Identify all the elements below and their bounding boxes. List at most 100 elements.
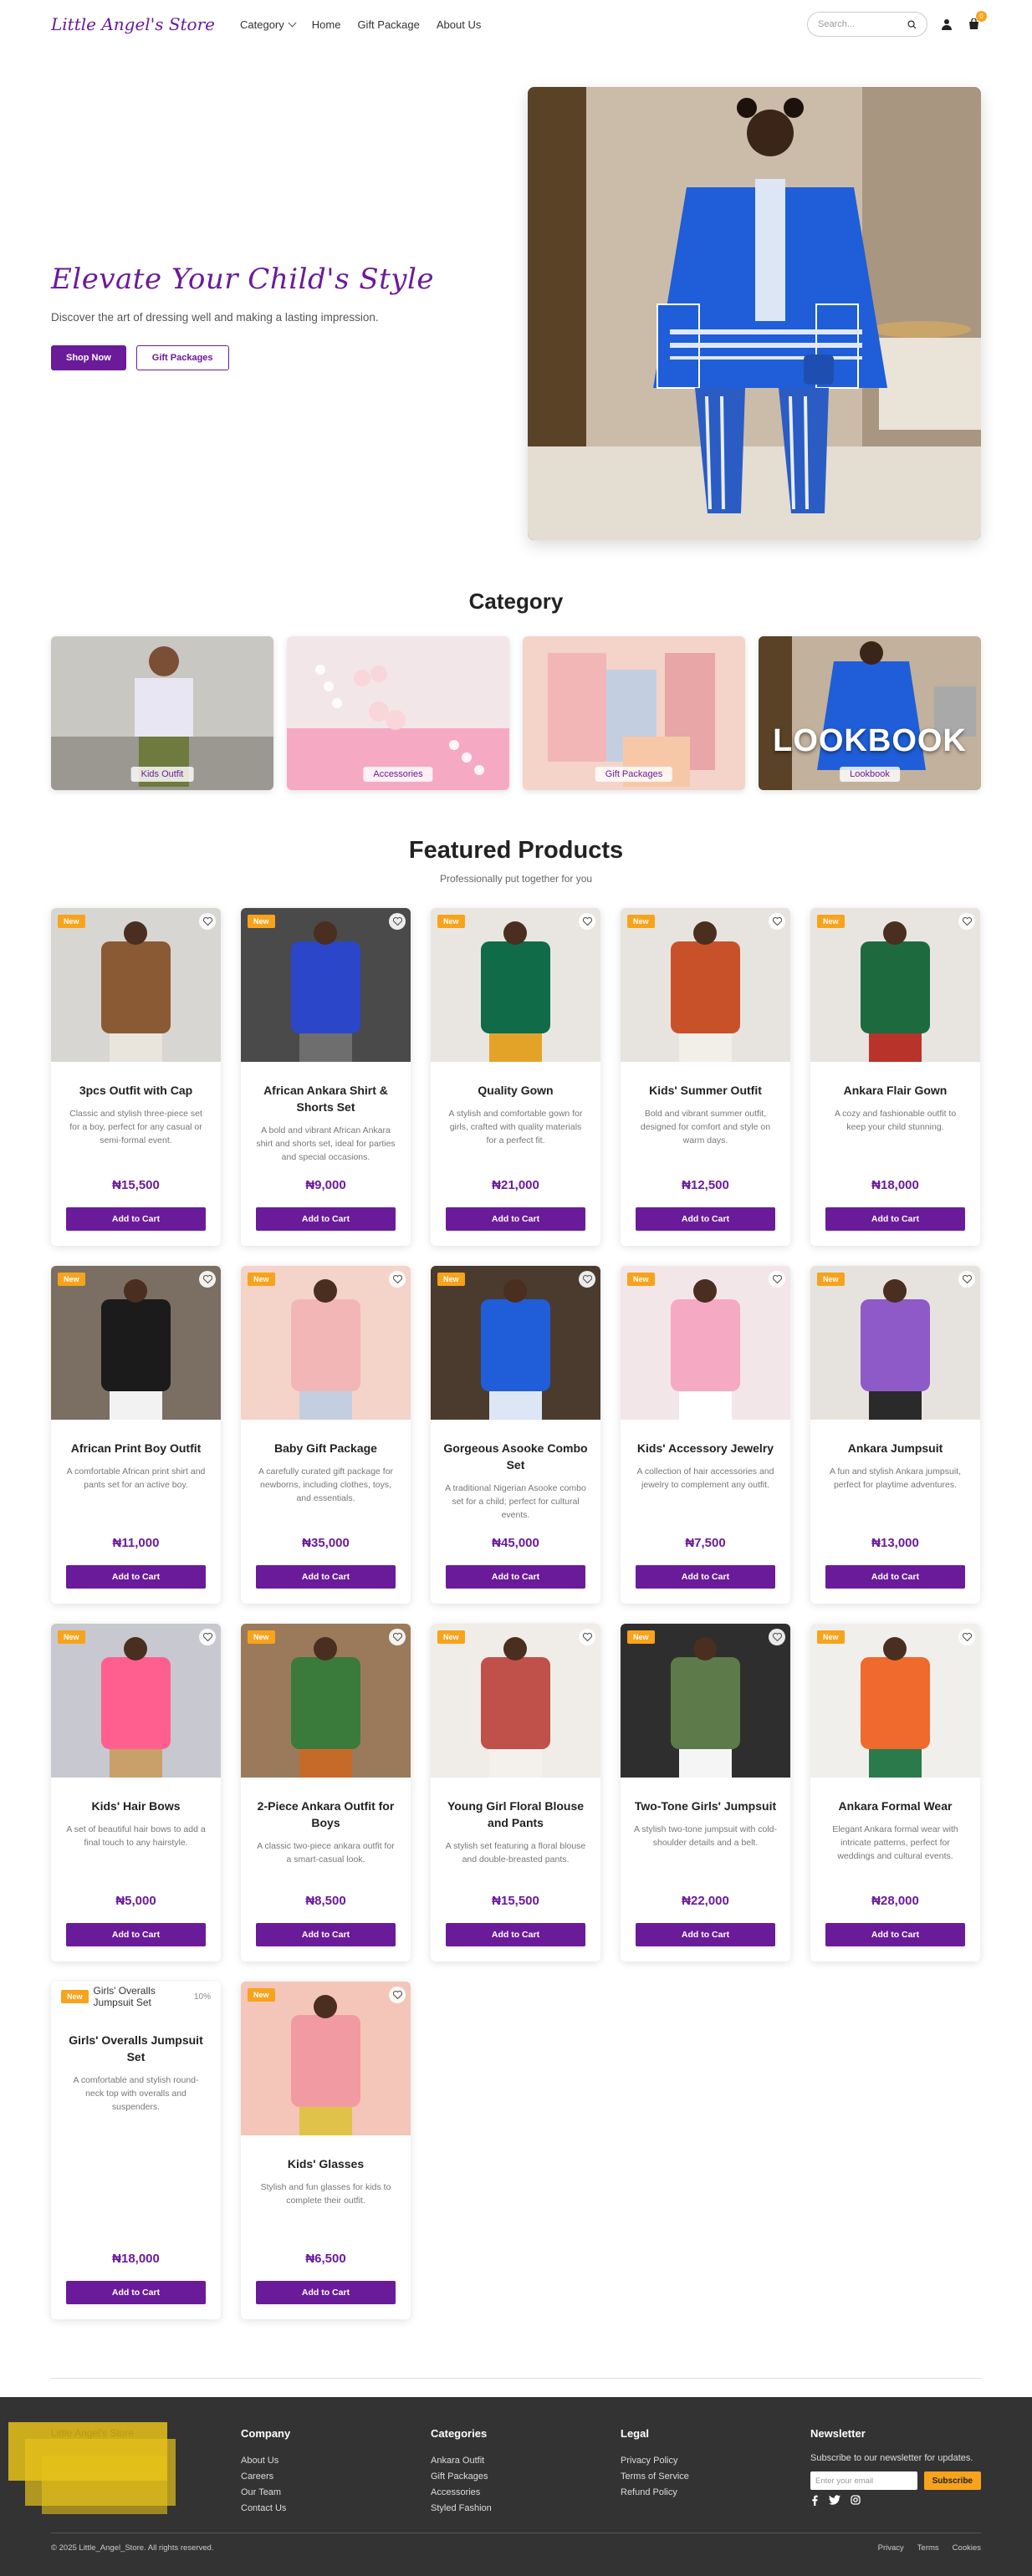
add-to-cart-button[interactable]: Add to Cart — [636, 1923, 775, 1946]
product-name[interactable]: 3pcs Outfit with Cap — [61, 1082, 211, 1099]
product-name[interactable]: African Print Boy Outfit — [61, 1440, 211, 1456]
add-to-cart-button[interactable]: Add to Cart — [825, 1923, 965, 1946]
heart-icon[interactable] — [199, 913, 216, 930]
product-name[interactable]: Ankara Jumpsuit — [820, 1440, 970, 1456]
product-name[interactable]: Ankara Flair Gown — [820, 1082, 970, 1099]
footer-link-accessories[interactable]: Accessories — [431, 2485, 621, 2501]
product-card[interactable]: New Kids' Summer Outfit Bold and vibrant… — [621, 908, 790, 1246]
footer-link-terms-of-service[interactable]: Terms of Service — [621, 2469, 810, 2485]
add-to-cart-button[interactable]: Add to Cart — [825, 1207, 965, 1231]
footer-link-about-us[interactable]: About Us — [241, 2453, 431, 2469]
add-to-cart-button[interactable]: Add to Cart — [446, 1565, 585, 1589]
product-image[interactable]: New — [621, 1266, 790, 1420]
footer-bottom-link-privacy[interactable]: Privacy — [878, 2543, 904, 2553]
product-card[interactable]: New Kids' Hair Bows A set of beautiful h… — [51, 1624, 221, 1961]
add-to-cart-button[interactable]: Add to Cart — [446, 1207, 585, 1231]
product-card[interactable]: New Ankara Flair Gown A cozy and fashion… — [810, 908, 980, 1246]
product-name[interactable]: Kids' Glasses — [251, 2155, 401, 2172]
site-logo[interactable]: Little Angel's Store — [51, 14, 215, 34]
add-to-cart-button[interactable]: Add to Cart — [825, 1565, 965, 1589]
product-card[interactable]: New Kids' Glasses Stylish and fun glasse… — [241, 1982, 411, 2319]
product-image[interactable]: New — [241, 1624, 411, 1778]
product-name[interactable]: Ankara Formal Wear — [820, 1798, 970, 1814]
heart-icon[interactable] — [579, 1629, 595, 1645]
cart-icon[interactable]: 0 — [966, 11, 987, 32]
product-image[interactable]: New — [51, 1624, 221, 1778]
product-card[interactable]: New Gorgeous Asooke Combo Set A traditio… — [431, 1266, 600, 1604]
footer-link-styled-fashion[interactable]: Styled Fashion — [431, 2501, 621, 2517]
add-to-cart-button[interactable]: Add to Cart — [256, 2281, 396, 2304]
footer-link-our-team[interactable]: Our Team — [241, 2485, 431, 2501]
product-card[interactable]: New African Ankara Shirt & Shorts Set A … — [241, 908, 411, 1246]
nav-home[interactable]: Home — [312, 18, 341, 31]
add-to-cart-button[interactable]: Add to Cart — [256, 1565, 396, 1589]
heart-icon[interactable] — [579, 1271, 595, 1288]
category-card-accessories[interactable]: Accessories — [287, 636, 509, 790]
product-card[interactable]: New Baby Gift Package A carefully curate… — [241, 1266, 411, 1604]
add-to-cart-button[interactable]: Add to Cart — [636, 1565, 775, 1589]
product-card[interactable]: New Kids' Accessory Jewelry A collection… — [621, 1266, 790, 1604]
product-name[interactable]: 2-Piece Ankara Outfit for Boys — [251, 1798, 401, 1831]
add-to-cart-button[interactable]: Add to Cart — [66, 2281, 206, 2304]
footer-bottom-link-terms[interactable]: Terms — [917, 2543, 939, 2553]
product-image[interactable]: New — [431, 908, 600, 1062]
twitter-icon[interactable] — [829, 2495, 840, 2505]
product-card[interactable]: New Quality Gown A stylish and comfortab… — [431, 908, 600, 1246]
add-to-cart-button[interactable]: Add to Cart — [66, 1565, 206, 1589]
product-name[interactable]: Quality Gown — [441, 1082, 590, 1099]
footer-link-ankara-outfit[interactable]: Ankara Outfit — [431, 2453, 621, 2469]
facebook-icon[interactable] — [810, 2495, 819, 2506]
nav-about-us[interactable]: About Us — [437, 18, 481, 31]
search-input[interactable]: Search... — [807, 12, 927, 37]
gift-packages-button[interactable]: Gift Packages — [135, 345, 229, 370]
footer-link-gift-packages[interactable]: Gift Packages — [431, 2469, 621, 2485]
add-to-cart-button[interactable]: Add to Cart — [256, 1923, 396, 1946]
product-image[interactable]: New — [241, 1982, 411, 2135]
footer-link-privacy-policy[interactable]: Privacy Policy — [621, 2453, 810, 2469]
add-to-cart-button[interactable]: Add to Cart — [636, 1207, 775, 1231]
product-image[interactable]: New — [431, 1266, 600, 1420]
product-image[interactable]: New — [621, 908, 790, 1062]
product-card[interactable]: New 3pcs Outfit with Cap Classic and sty… — [51, 908, 221, 1246]
product-image[interactable]: New — [51, 908, 221, 1062]
product-image[interactable]: New — [810, 1266, 980, 1420]
heart-icon[interactable] — [389, 1987, 406, 2003]
heart-icon[interactable] — [389, 1629, 406, 1645]
heart-icon[interactable] — [958, 1271, 975, 1288]
heart-icon[interactable] — [389, 913, 406, 930]
footer-link-careers[interactable]: Careers — [241, 2469, 431, 2485]
product-image[interactable]: New — [241, 908, 411, 1062]
product-image[interactable]: New — [241, 1266, 411, 1420]
product-card[interactable]: New Young Girl Floral Blouse and Pants A… — [431, 1624, 600, 1961]
heart-icon[interactable] — [958, 913, 975, 930]
add-to-cart-button[interactable]: Add to Cart — [256, 1207, 396, 1231]
heart-icon[interactable] — [769, 913, 785, 930]
product-name[interactable]: Gorgeous Asooke Combo Set — [441, 1440, 590, 1473]
product-name[interactable]: Kids' Accessory Jewelry — [631, 1440, 780, 1456]
footer-bottom-link-cookies[interactable]: Cookies — [953, 2543, 981, 2553]
product-image[interactable]: New — [810, 908, 980, 1062]
product-image[interactable]: New — [810, 1624, 980, 1778]
product-name[interactable]: Kids' Hair Bows — [61, 1798, 211, 1814]
heart-icon[interactable] — [199, 1271, 216, 1288]
product-card[interactable]: New Ankara Jumpsuit A fun and stylish An… — [810, 1266, 980, 1604]
add-to-cart-button[interactable]: Add to Cart — [446, 1923, 585, 1946]
category-card-kids-outfit[interactable]: Kids Outfit — [51, 636, 273, 790]
heart-icon[interactable] — [199, 1629, 216, 1645]
heart-icon[interactable] — [769, 1271, 785, 1288]
heart-icon[interactable] — [579, 913, 595, 930]
subscribe-button[interactable]: Subscribe — [923, 2471, 981, 2490]
product-name[interactable]: Kids' Summer Outfit — [631, 1082, 780, 1099]
product-card[interactable]: New Two-Tone Girls' Jumpsuit A stylish t… — [621, 1624, 790, 1961]
heart-icon[interactable] — [389, 1271, 406, 1288]
product-image[interactable]: New — [431, 1624, 600, 1778]
product-name[interactable]: Two-Tone Girls' Jumpsuit — [631, 1798, 780, 1814]
nav-category[interactable]: Category — [240, 18, 297, 31]
product-image[interactable]: New — [51, 1266, 221, 1420]
add-to-cart-button[interactable]: Add to Cart — [66, 1207, 206, 1231]
product-name[interactable]: Baby Gift Package — [251, 1440, 401, 1456]
category-card-gift-packages[interactable]: Gift Packages — [523, 636, 745, 790]
product-card[interactable]: New Girls' Overalls Jumpsuit Set 10% Gir… — [51, 1982, 221, 2319]
nav-gift-package[interactable]: Gift Package — [357, 18, 419, 31]
instagram-icon[interactable] — [851, 2495, 861, 2505]
